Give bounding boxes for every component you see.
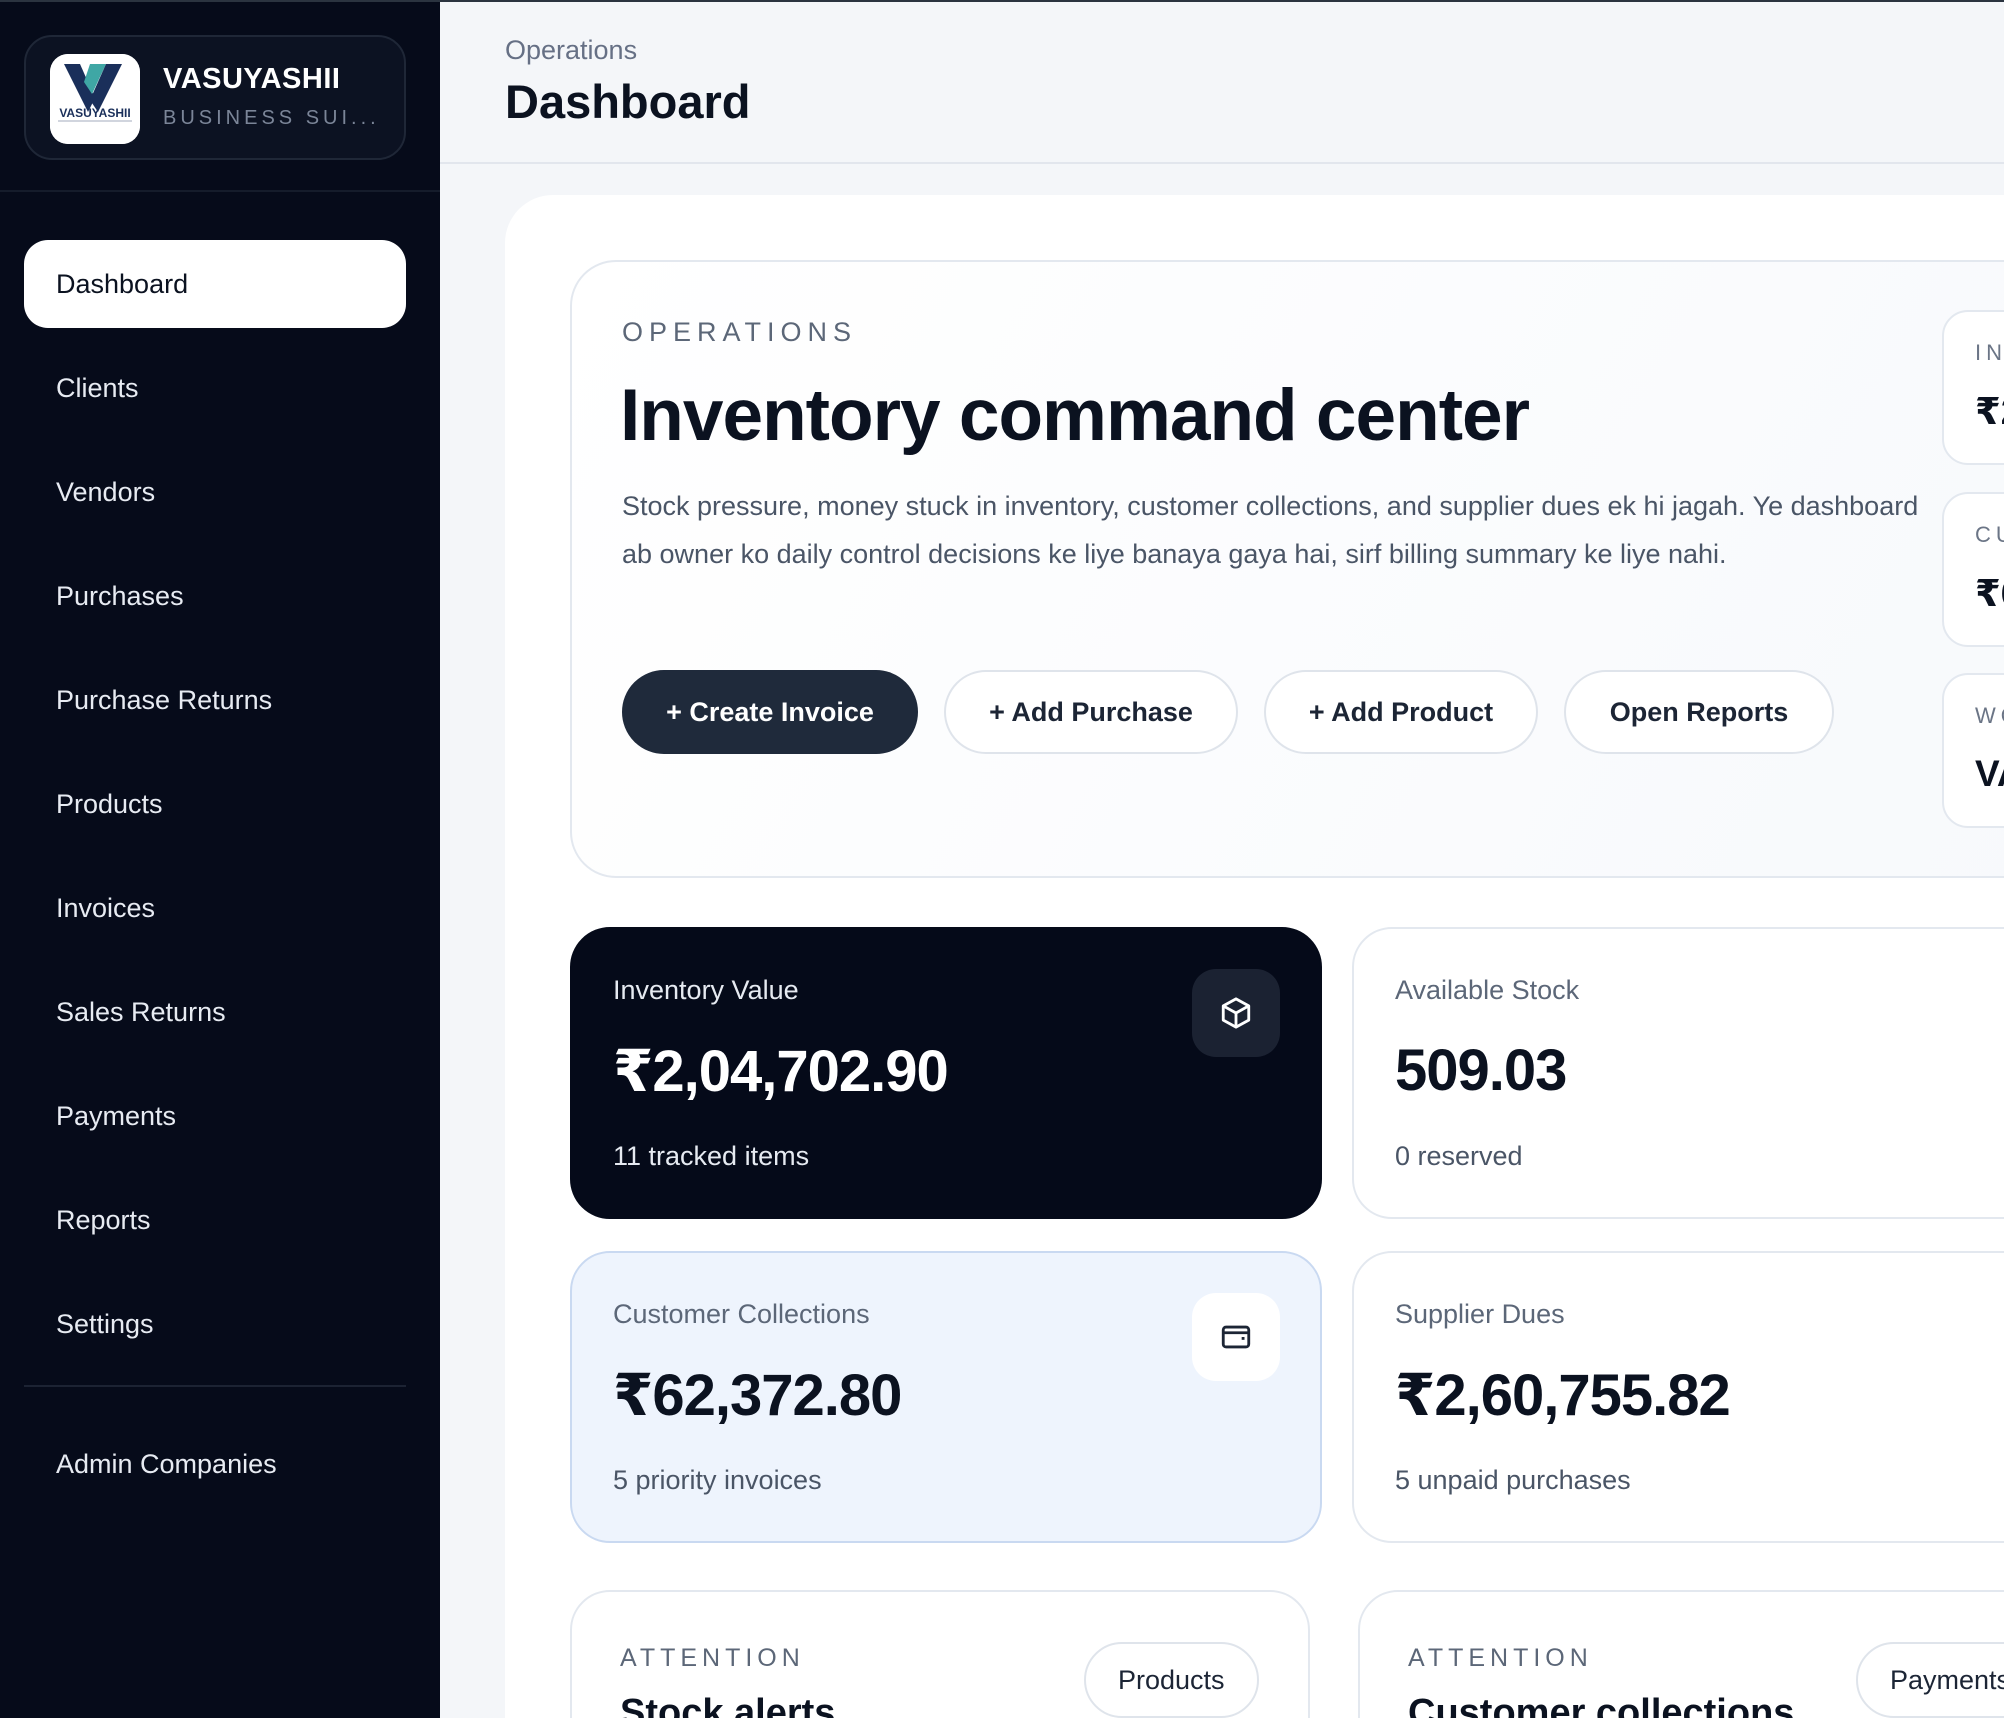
stat-label: Available Stock xyxy=(1395,975,1580,1005)
sidebar-item-sales-returns[interactable]: Sales Returns xyxy=(24,968,406,1056)
products-link-button[interactable]: Products xyxy=(1084,1642,1259,1718)
sidebar: VASUYASHII VASUYASHII BUSINESS SUI... Da… xyxy=(0,2,440,1718)
stat-note: 5 unpaid purchases xyxy=(1395,1465,1631,1495)
brand-name: VASUYASHII xyxy=(163,63,341,95)
attention-eyebrow: ATTENTION xyxy=(620,1644,805,1672)
sidebar-separator xyxy=(24,1385,406,1387)
stat-card-customer-collections[interactable]: Customer Collections ₹62,372.80 5 priori… xyxy=(570,1251,1322,1543)
summary-tile-label: IN xyxy=(1975,340,2004,365)
page-header: Operations Dashboard xyxy=(440,2,2004,164)
attention-title: Stock alerts xyxy=(620,1692,836,1718)
stat-label: Supplier Dues xyxy=(1395,1299,1565,1329)
hero-description: Stock pressure, money stuck in inventory… xyxy=(622,491,1919,569)
stat-card-supplier-dues[interactable]: Supplier Dues ₹2,60,755.82 5 unpaid purc… xyxy=(1352,1251,2004,1543)
stat-value: 509.03 xyxy=(1395,1038,1567,1103)
stat-value: ₹2,60,755.82 xyxy=(1395,1363,1731,1428)
summary-tile-customer: CU ₹6 xyxy=(1942,492,2004,647)
stat-card-inventory-value[interactable]: Inventory Value ₹2,04,702.90 11 tracked … xyxy=(570,927,1322,1219)
sidebar-item-admin-companies[interactable]: Admin Companies xyxy=(24,1420,406,1508)
attention-card-customer-collections: ATTENTION Customer collections Payments xyxy=(1358,1590,2004,1718)
sidebar-item-vendors[interactable]: Vendors xyxy=(24,448,406,536)
sidebar-item-clients[interactable]: Clients xyxy=(24,344,406,432)
stat-label: Inventory Value xyxy=(613,975,799,1005)
hero-card: OPERATIONS Inventory command center Stoc… xyxy=(570,260,2004,878)
summary-tile-label: CU xyxy=(1975,522,2004,547)
box-icon xyxy=(1192,969,1280,1057)
sidebar-item-dashboard[interactable]: Dashboard xyxy=(24,240,406,328)
stat-label: Customer Collections xyxy=(613,1299,870,1329)
open-reports-button[interactable]: Open Reports xyxy=(1564,670,1834,754)
stat-note: 5 priority invoices xyxy=(613,1465,822,1495)
hero-actions: + Create Invoice + Add Purchase + Add Pr… xyxy=(622,670,1834,754)
payments-link-button[interactable]: Payments xyxy=(1856,1642,2004,1718)
sidebar-item-products[interactable]: Products xyxy=(24,760,406,848)
sidebar-item-payments[interactable]: Payments xyxy=(24,1072,406,1160)
attention-title: Customer collections xyxy=(1408,1692,1795,1718)
stat-note: 0 reserved xyxy=(1395,1141,1523,1171)
sidebar-divider xyxy=(0,190,440,192)
page-title: Dashboard xyxy=(505,75,751,128)
summary-tile-value: ₹6 xyxy=(1975,573,2004,614)
stat-note: 11 tracked items xyxy=(613,1141,810,1171)
summary-tile-value: ₹2 xyxy=(1975,391,2004,432)
sidebar-item-purchases[interactable]: Purchases xyxy=(24,552,406,640)
hero-title: Inventory command center xyxy=(620,375,1530,456)
brand-subtitle: BUSINESS SUI... xyxy=(163,107,380,129)
sidebar-item-reports[interactable]: Reports xyxy=(24,1176,406,1264)
sidebar-nav: Dashboard Clients Vendors Purchases Purc… xyxy=(24,240,406,1384)
summary-tile-inventory: IN ₹2 xyxy=(1942,310,2004,465)
stat-value: ₹2,04,702.90 xyxy=(613,1039,949,1104)
wallet-icon xyxy=(1192,1293,1280,1381)
sidebar-item-invoices[interactable]: Invoices xyxy=(24,864,406,952)
create-invoice-button[interactable]: + Create Invoice xyxy=(622,670,918,754)
sidebar-item-purchase-returns[interactable]: Purchase Returns xyxy=(24,656,406,744)
company-logo: VASUYASHII xyxy=(50,54,140,144)
summary-tile-value: VA xyxy=(1975,753,2004,794)
add-product-button[interactable]: + Add Product xyxy=(1264,670,1538,754)
attention-card-stock-alerts: ATTENTION Stock alerts Products xyxy=(570,1590,1310,1718)
summary-tile-workspace: WO VA xyxy=(1942,673,2004,828)
sidebar-item-settings[interactable]: Settings xyxy=(24,1280,406,1368)
stat-card-available-stock[interactable]: Available Stock 509.03 0 reserved xyxy=(1352,927,2004,1219)
stat-value: ₹62,372.80 xyxy=(613,1363,902,1428)
attention-eyebrow: ATTENTION xyxy=(1408,1644,1593,1672)
logo-wordmark: VASUYASHII xyxy=(59,106,131,120)
hero-eyebrow: OPERATIONS xyxy=(622,317,858,347)
breadcrumb[interactable]: Operations xyxy=(505,35,637,66)
brand-card[interactable]: VASUYASHII VASUYASHII BUSINESS SUI... xyxy=(24,35,406,160)
summary-tile-label: WO xyxy=(1975,703,2004,728)
add-purchase-button[interactable]: + Add Purchase xyxy=(944,670,1238,754)
